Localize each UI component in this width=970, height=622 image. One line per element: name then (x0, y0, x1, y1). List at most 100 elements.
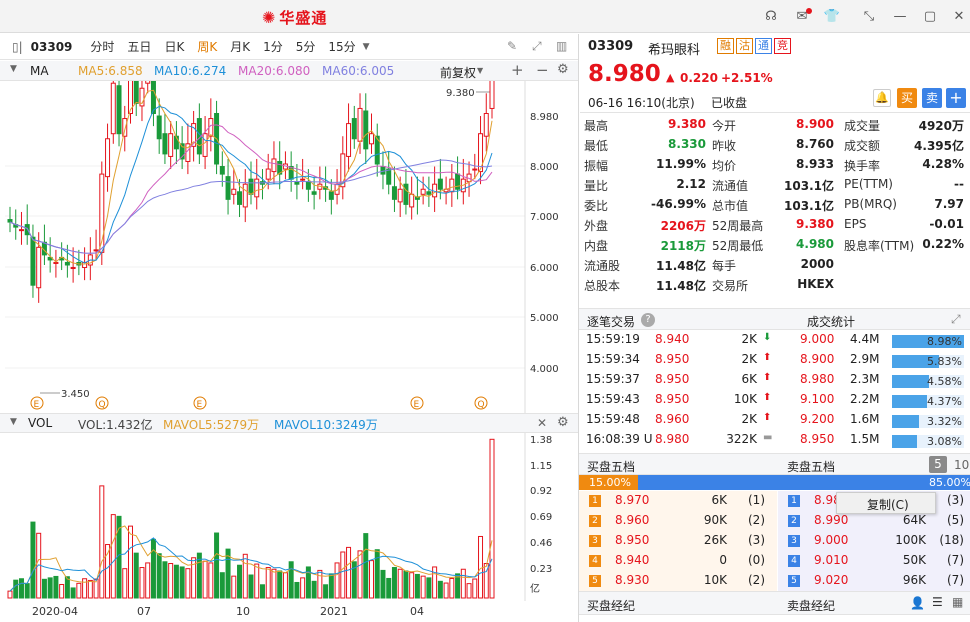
tick-price: 8.980 (655, 432, 690, 446)
add-watchlist-button[interactable]: + (946, 88, 966, 108)
pen-icon[interactable]: ✎ (507, 39, 517, 53)
ticks-title[interactable]: 逐笔交易 (587, 313, 635, 330)
chevron-down-icon[interactable]: ▼ (363, 42, 370, 52)
volume-bar (168, 563, 174, 599)
depth-price[interactable]: 9.020 (814, 573, 848, 587)
x-axis: 2020-04 07 10 2021 04 (0, 602, 578, 622)
vol-settings-icon[interactable]: ⚙ (557, 415, 569, 430)
adjust-select[interactable]: 前复权 (440, 64, 476, 81)
quote-label: 流通股 (584, 259, 621, 273)
depth-price[interactable]: 9.010 (814, 553, 848, 567)
sell-button[interactable]: 卖 (922, 88, 942, 108)
candle-body (248, 178, 254, 195)
candle-body (351, 118, 357, 140)
plus-icon[interactable]: + (511, 61, 524, 79)
expand-panel-icon[interactable]: ⤢ (951, 312, 961, 327)
depth-price[interactable]: 9.000 (814, 533, 848, 547)
depth-volume: 50K (902, 553, 926, 567)
depth-volume: 100K (895, 533, 926, 547)
bell-icon[interactable]: 🔔 (873, 89, 891, 107)
volume-bar (179, 566, 185, 599)
headset-icon[interactable]: ☊ (762, 8, 780, 26)
volume-bar (489, 438, 495, 599)
ma60-value: MA60:6.005 (322, 64, 395, 78)
quote-value: -- (954, 177, 964, 191)
title-bar: ✺ 华盛通 ☊ ✉ 👕 ⤡ — ▢ ✕ (0, 0, 970, 33)
stat-volume: 2.9M (850, 352, 880, 366)
user-icon[interactable]: 👤 (910, 596, 925, 610)
ma10-value: MA10:6.274 (154, 64, 227, 78)
quote-label: 最低 (584, 139, 609, 153)
period-tab[interactable]: 分时 (90, 38, 114, 55)
period-tab[interactable]: 15分 (328, 38, 355, 55)
depth-price[interactable]: 8.930 (615, 573, 649, 587)
price-axis-label: 8.980 (530, 112, 559, 123)
stat-bar: 3.08% (892, 435, 964, 448)
volume-chart[interactable]: 1.38 1.15 0.92 0.69 0.46 0.23 亿 (0, 433, 578, 601)
collapse-icon[interactable]: ▼ (10, 64, 17, 74)
period-tab[interactable]: 周K (197, 38, 217, 55)
close-icon[interactable]: ✕ (950, 8, 968, 26)
minimize-icon[interactable]: — (891, 8, 909, 26)
expand-icon[interactable]: ⤢ (532, 39, 542, 54)
quote-value: 9.380 (668, 117, 706, 131)
stock-tag: 通 (755, 38, 772, 54)
grid-view-icon[interactable]: ▦ (952, 595, 963, 609)
copy-menu-item[interactable]: 复制(C) (867, 496, 909, 513)
settings-icon[interactable]: ⚙ (557, 62, 569, 77)
candle-body (202, 133, 208, 157)
volume-bar (437, 580, 443, 599)
period-tab[interactable]: 五日 (127, 38, 151, 55)
shrink-icon[interactable]: ⤡ (860, 8, 878, 26)
list-view-icon[interactable]: ☰ (932, 595, 943, 609)
period-tab[interactable]: 月K (230, 38, 250, 55)
mavol10-value: MAVOL10:3249万 (274, 418, 378, 432)
volume-bar (110, 514, 116, 599)
sidebar-toggle-icon[interactable]: ▯| (12, 40, 23, 54)
level-5-button[interactable]: 5 (929, 456, 947, 473)
candle-body (116, 85, 122, 135)
minus-icon[interactable]: − (536, 61, 549, 79)
stats-title[interactable]: 成交统计 (807, 313, 855, 330)
depth-price[interactable]: 8.960 (615, 513, 649, 527)
volume-bar (294, 581, 300, 599)
vol-collapse-icon[interactable]: ▼ (10, 417, 17, 427)
quote-label: 外盘 (584, 219, 609, 233)
quote-value: 11.48亿 (656, 259, 706, 273)
stat-volume: 4.4M (850, 332, 880, 346)
candle-body (271, 158, 277, 173)
depth-price[interactable]: 8.940 (615, 553, 649, 567)
period-tab[interactable]: 日K (164, 38, 184, 55)
candle-body (145, 81, 151, 84)
candle-body (225, 176, 231, 200)
candle-body (294, 181, 300, 185)
period-tab[interactable]: 1分 (263, 38, 283, 55)
depth-level-badge: 2 (589, 515, 601, 527)
candle-body (168, 133, 174, 157)
vol-axis-label: 0.46 (530, 538, 552, 549)
depth-price[interactable]: 8.950 (615, 533, 649, 547)
bid-title: 买盘五档 (587, 460, 636, 474)
volume-bar (271, 568, 277, 599)
level-10-button[interactable]: 10 (954, 458, 969, 472)
market-status: 已收盘 (711, 96, 748, 110)
candle-body (105, 138, 111, 178)
volume-bar (259, 584, 265, 599)
quote-label: 昨收 (712, 139, 737, 153)
adjust-chevron-icon[interactable]: ▼ (477, 66, 483, 75)
depth-price[interactable]: 8.990 (814, 513, 848, 527)
help-icon[interactable]: ? (641, 313, 655, 327)
shirt-icon[interactable]: 👕 (823, 8, 841, 26)
volume-bar (70, 587, 76, 599)
depth-orders: (5) (947, 513, 964, 527)
period-tab[interactable]: 5分 (296, 38, 316, 55)
stock-tag: 竞 (774, 38, 791, 54)
quote-value: 103.1亿 (784, 199, 834, 213)
vol-close-icon[interactable]: ✕ (537, 416, 547, 430)
maximize-icon[interactable]: ▢ (921, 8, 939, 26)
kline-chart[interactable]: 9.380 8.980 8.000 7.000 6.000 5.000 4.000 3.450… (0, 81, 578, 413)
buy-button[interactable]: 买 (897, 88, 917, 108)
depth-price[interactable]: 8.970 (615, 493, 649, 507)
panel-icon[interactable]: ▥ (556, 39, 567, 53)
quote-label: 换手率 (844, 159, 881, 173)
